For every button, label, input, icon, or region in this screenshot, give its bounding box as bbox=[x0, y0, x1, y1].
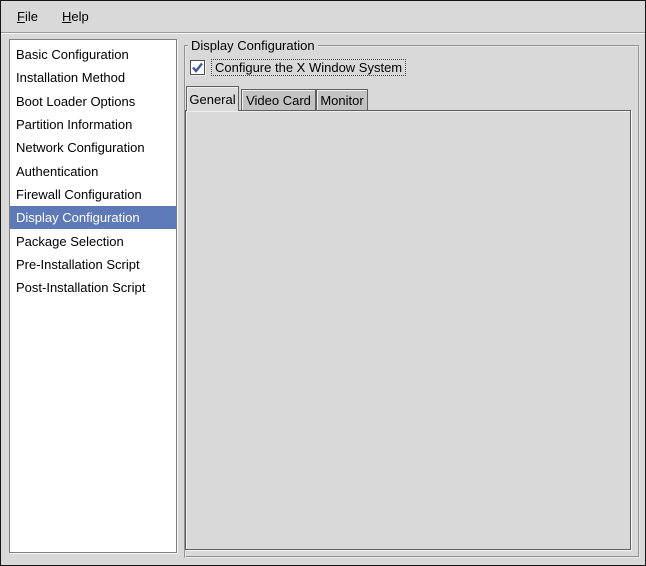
tab-video-card-label: Video Card bbox=[246, 92, 311, 108]
menu-help[interactable]: Help bbox=[54, 6, 97, 27]
menu-bar: File Help bbox=[1, 1, 645, 33]
sidebar-item-installation-method[interactable]: Installation Method bbox=[10, 66, 176, 89]
sidebar-item-boot-loader-options[interactable]: Boot Loader Options bbox=[10, 90, 176, 113]
menu-file-label: ile bbox=[24, 9, 38, 24]
sidebar-item-package-selection[interactable]: Package Selection bbox=[10, 229, 176, 252]
kickstart-configurator-window: File Help Basic Configuration Installati… bbox=[0, 0, 646, 566]
frame-title: Display Configuration bbox=[188, 38, 318, 53]
tab-monitor[interactable]: Monitor bbox=[316, 89, 368, 110]
sidebar-item-basic-configuration[interactable]: Basic Configuration bbox=[10, 43, 176, 66]
category-list: Basic Configuration Installation Method … bbox=[9, 39, 177, 553]
tab-general[interactable]: General bbox=[186, 86, 239, 111]
menu-help-label: elp bbox=[71, 9, 89, 24]
sidebar-item-display-configuration[interactable]: Display Configuration bbox=[10, 206, 176, 230]
general-tab-panel bbox=[185, 110, 631, 550]
configure-x-label: Configure the X Window System bbox=[211, 59, 407, 76]
tab-monitor-label: Monitor bbox=[320, 92, 364, 108]
sidebar-item-partition-information[interactable]: Partition Information bbox=[10, 113, 176, 136]
tab-video-card[interactable]: Video Card bbox=[241, 89, 316, 110]
tab-general-label: General bbox=[189, 91, 236, 107]
menu-file-mnemonic: F bbox=[17, 9, 25, 24]
menu-help-mnemonic: H bbox=[61, 9, 72, 24]
sidebar-item-firewall-configuration[interactable]: Firewall Configuration bbox=[10, 183, 176, 206]
sidebar-item-pre-installation-script[interactable]: Pre-Installation Script bbox=[10, 253, 176, 276]
sidebar-item-post-installation-script[interactable]: Post-Installation Script bbox=[10, 276, 176, 299]
configure-x-checkbox[interactable] bbox=[190, 60, 205, 75]
checkmark-icon bbox=[192, 62, 203, 73]
sidebar-item-network-configuration[interactable]: Network Configuration bbox=[10, 136, 176, 159]
sidebar-item-authentication[interactable]: Authentication bbox=[10, 159, 176, 182]
menu-file[interactable]: File bbox=[9, 6, 46, 27]
configure-x-row: Configure the X Window System bbox=[190, 59, 407, 76]
